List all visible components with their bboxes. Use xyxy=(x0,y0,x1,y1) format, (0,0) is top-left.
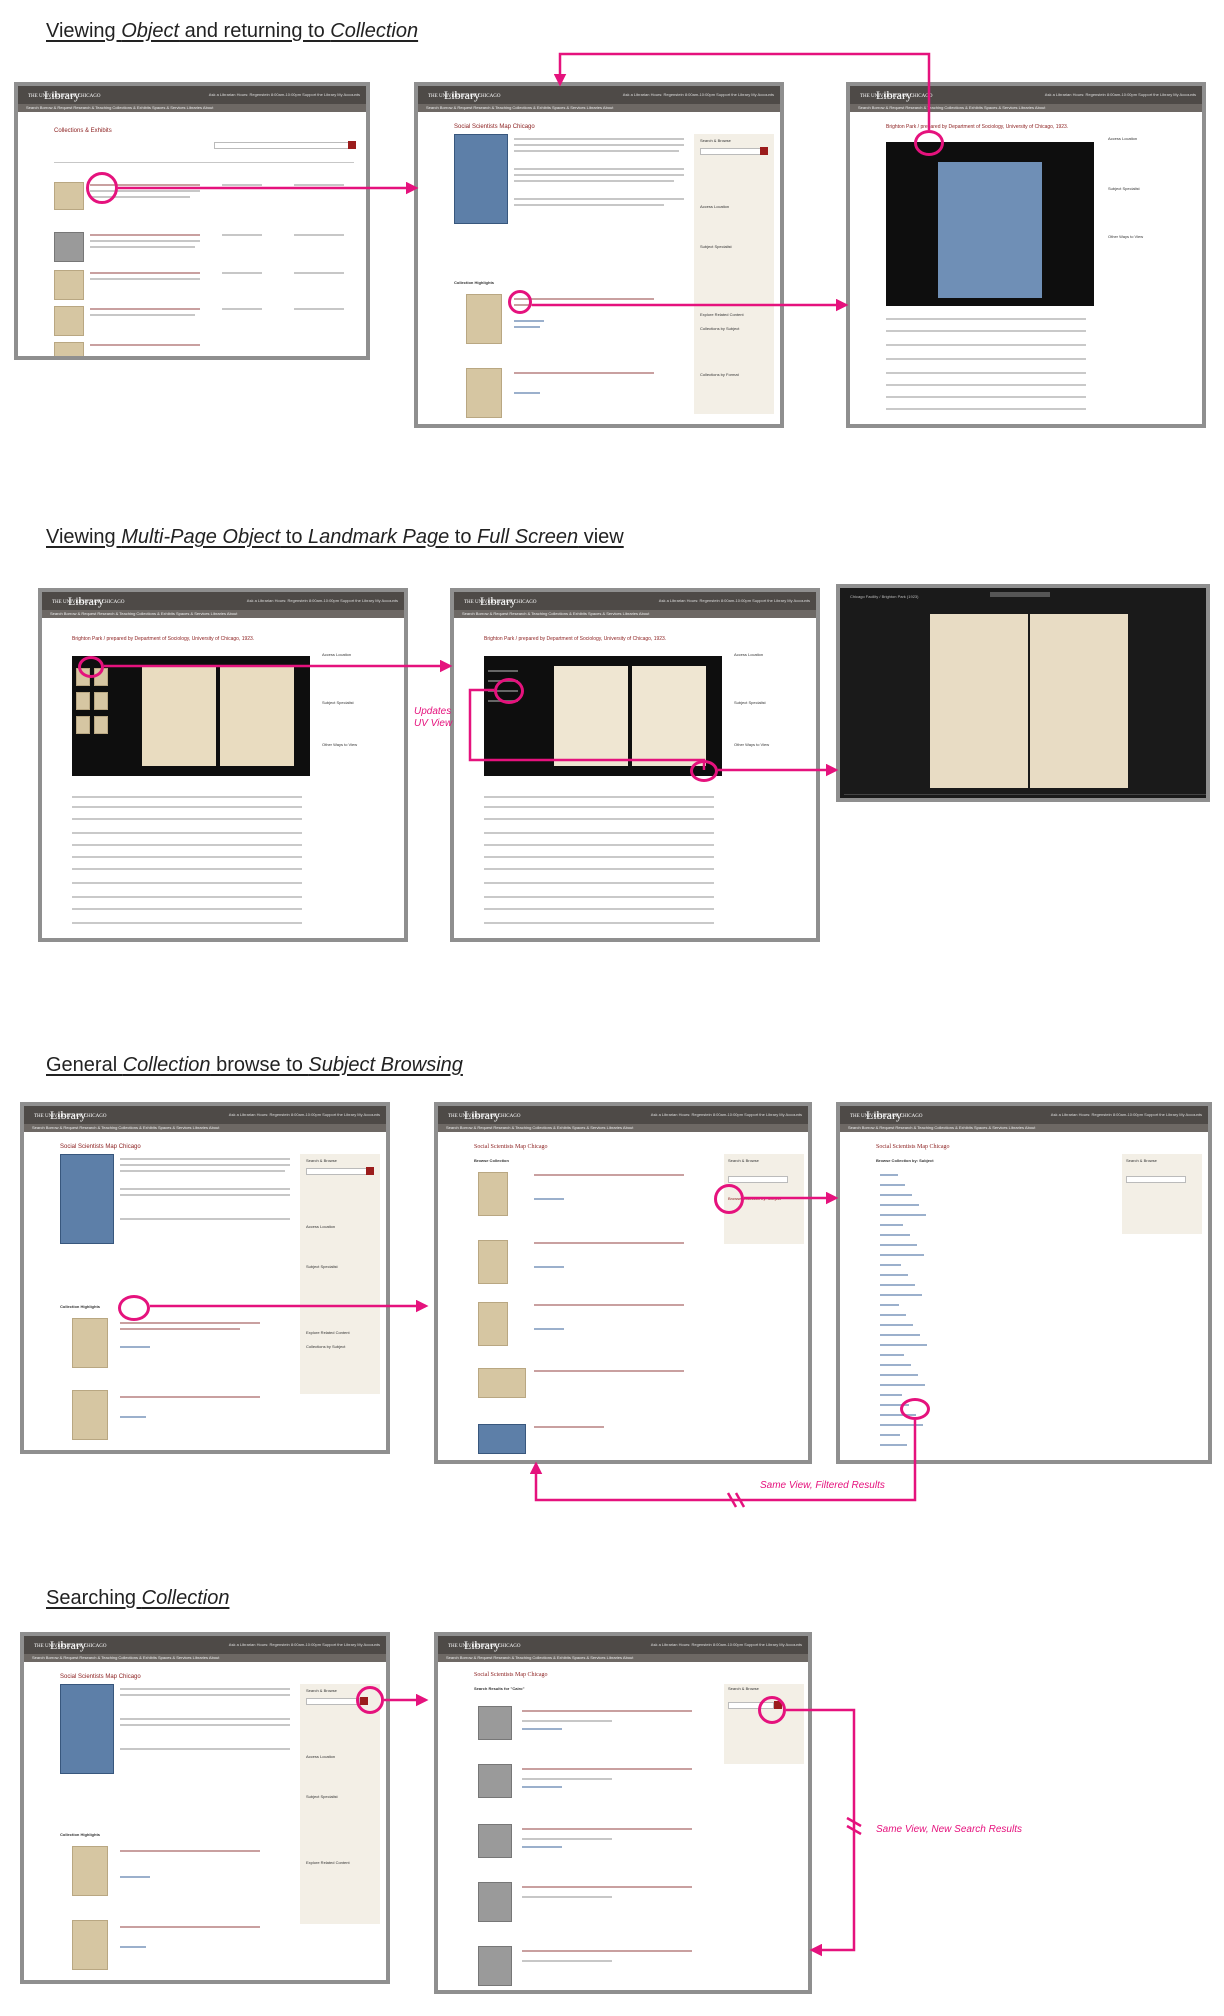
annotation-updates-uv-view: Updates UV View xyxy=(414,706,453,729)
annotation-same-view-filtered: Same View, Filtered Results xyxy=(760,1480,885,1491)
annotation-same-view-new-search: Same View, New Search Results xyxy=(876,1824,1022,1835)
flow-arrows xyxy=(104,52,931,1957)
